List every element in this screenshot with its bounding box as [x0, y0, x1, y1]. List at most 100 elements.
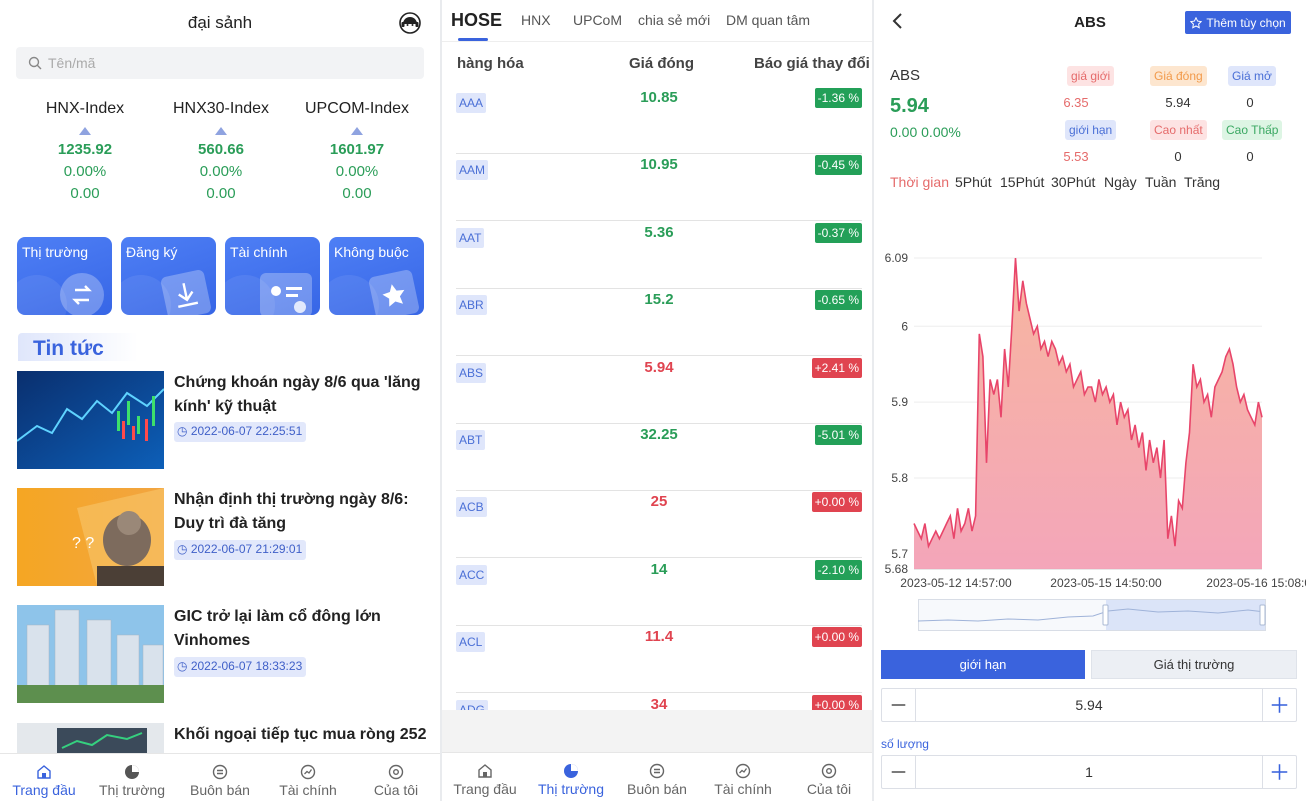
- star-icon: [367, 268, 421, 315]
- news-title: Nhận định thị trường ngày 8/6: Duy trì đ…: [174, 491, 409, 532]
- quantity-stepper[interactable]: 1: [881, 755, 1297, 789]
- stock-symbol: ABS: [890, 67, 921, 84]
- chart-range-slider[interactable]: [918, 599, 1266, 631]
- news-title: GIC trở lại làm cổ đông lớn Vinhomes: [174, 608, 381, 649]
- timeframe-30m[interactable]: 30Phút: [1051, 174, 1095, 190]
- stock-change-badge: -0.45 %: [814, 155, 862, 176]
- news-heading: Tin tức: [18, 333, 138, 361]
- news-item[interactable]: GIC trở lại làm cổ đông lớn Vinhomes ◷ 2…: [17, 605, 427, 703]
- tab-finance[interactable]: Tài chính: [700, 753, 786, 800]
- index-upcom[interactable]: UPCOM-Index 1601.97 0.00% 0.00: [287, 100, 427, 202]
- tab-upcom[interactable]: UPCoM: [573, 12, 622, 28]
- y-tick-label: 5.7: [891, 547, 908, 561]
- x-tick-label: 2023-05-16 15:08:00: [1206, 576, 1306, 590]
- stock-change-badge: -2.10 %: [814, 559, 862, 580]
- stock-row[interactable]: ACL 11.4 +0.00 %: [456, 626, 862, 694]
- stat-ceiling-value: 6.35: [1063, 95, 1089, 110]
- exchange-icon: [60, 273, 104, 315]
- quantity-label: số lượng: [881, 737, 929, 751]
- card-market[interactable]: Thị trường: [17, 237, 112, 315]
- market-order-button[interactable]: Giá thị trường: [1091, 650, 1297, 679]
- search-input[interactable]: Tên/mã: [16, 47, 424, 79]
- index-hnx30[interactable]: HNX30-Index 560.66 0.00% 0.00: [151, 100, 291, 202]
- limit-order-button[interactable]: giới hạn: [881, 650, 1085, 679]
- tab-home[interactable]: Trang đầu: [0, 754, 88, 801]
- news-item[interactable]: ? ? Nhận định thị trường ngày 8/6: Duy t…: [17, 488, 427, 586]
- tab-market[interactable]: Thị trường: [528, 753, 614, 800]
- customer-service-icon[interactable]: [398, 11, 422, 35]
- stock-row[interactable]: ACB 25 +0.00 %: [456, 491, 862, 559]
- pie-chart-icon: [125, 765, 139, 779]
- stock-code: ABR: [456, 295, 487, 316]
- y-tick-label: 5.68: [885, 562, 909, 576]
- stock-change-badge: -0.65 %: [814, 290, 862, 311]
- card-register[interactable]: Đăng ký: [121, 237, 216, 315]
- tab-trade[interactable]: Buôn bán: [614, 753, 700, 800]
- search-icon: [28, 56, 42, 70]
- index-hnx[interactable]: HNX-Index 1235.92 0.00% 0.00: [15, 100, 155, 202]
- home-icon: [37, 765, 51, 779]
- home-icon: [478, 764, 492, 778]
- stock-close-price: 5.94: [644, 358, 674, 376]
- price-stepper[interactable]: 5.94: [881, 688, 1297, 722]
- minus-icon[interactable]: [882, 689, 916, 721]
- timeframe-month[interactable]: Trăng: [1184, 174, 1220, 190]
- timeframe-15m[interactable]: 15Phút: [1000, 174, 1044, 190]
- news-thumbnail: [17, 371, 164, 469]
- stock-row[interactable]: AAM 10.95 -0.45 %: [456, 154, 862, 222]
- timeframe-5m[interactable]: 5Phút: [955, 174, 992, 190]
- stock-code: AAA: [456, 93, 487, 113]
- stock-code: AAT: [456, 227, 485, 248]
- y-tick-label: 6: [901, 319, 908, 333]
- list-footer: [442, 710, 872, 755]
- stock-row[interactable]: ACC 14 -2.10 %: [456, 559, 862, 626]
- stock-row[interactable]: ABS 5.94 +2.41 %: [456, 357, 862, 424]
- tab-hose[interactable]: HOSE: [451, 10, 502, 31]
- stock-code: ACL: [456, 632, 486, 653]
- tab-trade[interactable]: Buôn bán: [176, 754, 264, 801]
- stock-row[interactable]: ABR 15.2 -0.65 %: [456, 289, 862, 357]
- stock-close-price: 11.4: [644, 628, 674, 646]
- price-input[interactable]: 5.94: [916, 697, 1262, 713]
- up-arrow-icon: [215, 127, 227, 135]
- tab-new-shares[interactable]: chia sẻ mới: [638, 12, 710, 28]
- timeframe-day[interactable]: Ngày: [1104, 174, 1137, 190]
- plus-icon[interactable]: [1262, 756, 1296, 788]
- header-close: Giá đóng: [629, 55, 694, 72]
- news-item[interactable]: Chứng khoán ngày 8/6 qua 'lăng kính' kỹ …: [17, 371, 427, 469]
- quantity-input[interactable]: 1: [916, 764, 1262, 780]
- stock-row[interactable]: AAA 10.85 -1.36 %: [456, 87, 862, 154]
- stock-code: ABS: [456, 362, 487, 383]
- minus-icon[interactable]: [882, 756, 916, 788]
- tab-home[interactable]: Trang đầu: [442, 753, 528, 800]
- stock-close-price: 15.2: [644, 291, 674, 309]
- stat-ceiling-label: giá giới: [1067, 66, 1115, 86]
- tab-me[interactable]: Của tôi: [352, 754, 440, 801]
- tab-me[interactable]: Của tôi: [786, 753, 872, 800]
- home-title: đại sảnh: [187, 13, 253, 32]
- y-tick-label: 5.9: [891, 395, 908, 409]
- stock-change-badge: +0.00 %: [811, 627, 862, 648]
- tab-hnx[interactable]: HNX: [521, 12, 551, 28]
- add-watchlist-button[interactable]: Thêm tùy chọn: [1185, 11, 1291, 34]
- stat-limit-label: giới hạn: [1065, 120, 1117, 140]
- stat-low-label: Cao Thấp: [1222, 120, 1283, 140]
- stock-row[interactable]: ABT 32.25 -5.01 %: [456, 424, 862, 491]
- card-finance[interactable]: Tài chính: [225, 237, 320, 315]
- pie-chart-icon: [564, 764, 578, 778]
- stock-change-badge: -0.37 %: [814, 222, 862, 243]
- card-optional[interactable]: Không buộc: [329, 237, 424, 315]
- plus-icon[interactable]: [1262, 689, 1296, 721]
- stock-code: AAM: [456, 160, 489, 181]
- tab-watchlist[interactable]: DM quan tâm: [726, 12, 810, 28]
- up-arrow-icon: [351, 127, 363, 135]
- tab-finance[interactable]: Tài chính: [264, 754, 352, 801]
- stock-row[interactable]: AAT 5.36 -0.37 %: [456, 222, 862, 289]
- timeframe-week[interactable]: Tuần: [1145, 174, 1176, 190]
- price-chart[interactable]: 5.685.7 5.8 5.9 6 6.09 2023-05-12 14:57:00 202…: [874, 240, 1306, 595]
- news-title: Chứng khoán ngày 8/6 qua 'lăng kính' kỹ …: [174, 374, 421, 415]
- tab-market[interactable]: Thị trường: [88, 754, 176, 801]
- user-icon: [821, 763, 837, 779]
- news-time: ◷ 2022-06-07 21:29:01: [174, 540, 307, 560]
- timeframe-time[interactable]: Thời gian: [890, 174, 949, 190]
